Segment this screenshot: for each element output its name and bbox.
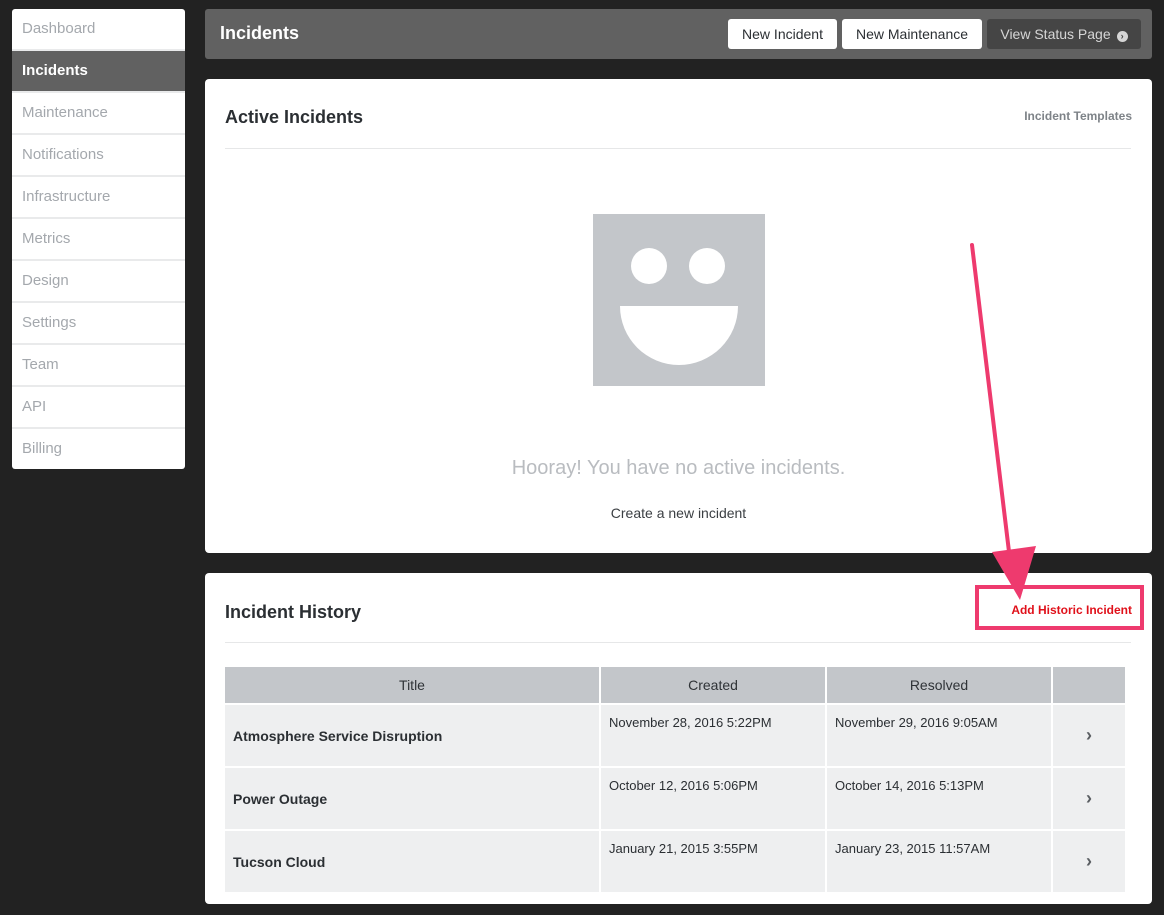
view-status-page-label: View Status Page: [1000, 26, 1111, 42]
incident-created-cell: November 28, 2016 5:22PM: [601, 705, 825, 766]
sidebar-item-dashboard[interactable]: Dashboard: [12, 9, 185, 51]
divider: [225, 148, 1131, 149]
create-new-incident-label[interactable]: Create a new incident: [611, 505, 746, 521]
smiley-face-icon: [593, 214, 765, 386]
sidebar-item-notifications[interactable]: Notifications: [12, 135, 185, 177]
active-incidents-title: Active Incidents: [225, 107, 364, 127]
sidebar-item-infrastructure[interactable]: Infrastructure: [12, 177, 185, 219]
chevron-right-icon[interactable]: ›: [1086, 725, 1092, 745]
sidebar-item-team[interactable]: Team: [12, 345, 185, 387]
row-open-cell[interactable]: ›: [1053, 831, 1125, 892]
annotation-highlight-box: [975, 585, 1144, 630]
column-header-actions: [1053, 667, 1125, 703]
chevron-right-icon[interactable]: ›: [1086, 788, 1092, 808]
table-row[interactable]: Power Outage October 12, 2016 5:06PM Oct…: [225, 768, 1125, 829]
incident-created-cell: January 21, 2015 3:55PM: [601, 831, 825, 892]
incident-resolved-cell: January 23, 2015 11:57AM: [827, 831, 1051, 892]
incident-templates-link[interactable]: Incident Templates: [1024, 109, 1132, 123]
arrow-circle-right-icon: ›: [1116, 31, 1128, 42]
incident-history-table: Title Created Resolved Atmosphere Servic…: [223, 665, 1127, 894]
incident-title-cell[interactable]: Power Outage: [225, 768, 599, 829]
column-header-created: Created: [601, 667, 825, 703]
sidebar-item-design[interactable]: Design: [12, 261, 185, 303]
divider: [225, 642, 1131, 643]
table-header-row: Title Created Resolved: [225, 667, 1125, 703]
row-open-cell[interactable]: ›: [1053, 768, 1125, 829]
sidebar-item-incidents[interactable]: Incidents: [12, 51, 185, 93]
new-maintenance-button[interactable]: New Maintenance: [842, 19, 982, 49]
page-title: Incidents: [220, 23, 300, 43]
incident-created-cell: October 12, 2016 5:06PM: [601, 768, 825, 829]
sidebar-item-metrics[interactable]: Metrics: [12, 219, 185, 261]
page-header: Incidents New Incident New Maintenance V…: [205, 9, 1152, 59]
incident-resolved-cell: November 29, 2016 9:05AM: [827, 705, 1051, 766]
column-header-resolved: Resolved: [827, 667, 1051, 703]
sidebar: Dashboard Incidents Maintenance Notifica…: [12, 9, 185, 469]
table-row[interactable]: Tucson Cloud January 21, 2015 3:55PM Jan…: [225, 831, 1125, 892]
row-open-cell[interactable]: ›: [1053, 705, 1125, 766]
active-incidents-panel: Active Incidents Incident Templates Hoor…: [205, 79, 1152, 553]
incident-resolved-cell: October 14, 2016 5:13PM: [827, 768, 1051, 829]
empty-state-message: Hooray! You have no active incidents.: [511, 457, 846, 479]
view-status-page-button[interactable]: View Status Page ›: [987, 19, 1141, 49]
incident-title-cell[interactable]: Tucson Cloud: [225, 831, 599, 892]
incident-title-cell[interactable]: Atmosphere Service Disruption: [225, 705, 599, 766]
table-row[interactable]: Atmosphere Service Disruption November 2…: [225, 705, 1125, 766]
create-new-incident-link: Create a new incident: [205, 505, 1152, 521]
sidebar-item-billing[interactable]: Billing: [12, 429, 185, 469]
column-header-title: Title: [225, 667, 599, 703]
sidebar-item-maintenance[interactable]: Maintenance: [12, 93, 185, 135]
chevron-right-icon[interactable]: ›: [1086, 851, 1092, 871]
new-incident-button[interactable]: New Incident: [728, 19, 837, 49]
sidebar-item-api[interactable]: API: [12, 387, 185, 429]
sidebar-item-settings[interactable]: Settings: [12, 303, 185, 345]
incident-history-title: Incident History: [225, 602, 362, 622]
